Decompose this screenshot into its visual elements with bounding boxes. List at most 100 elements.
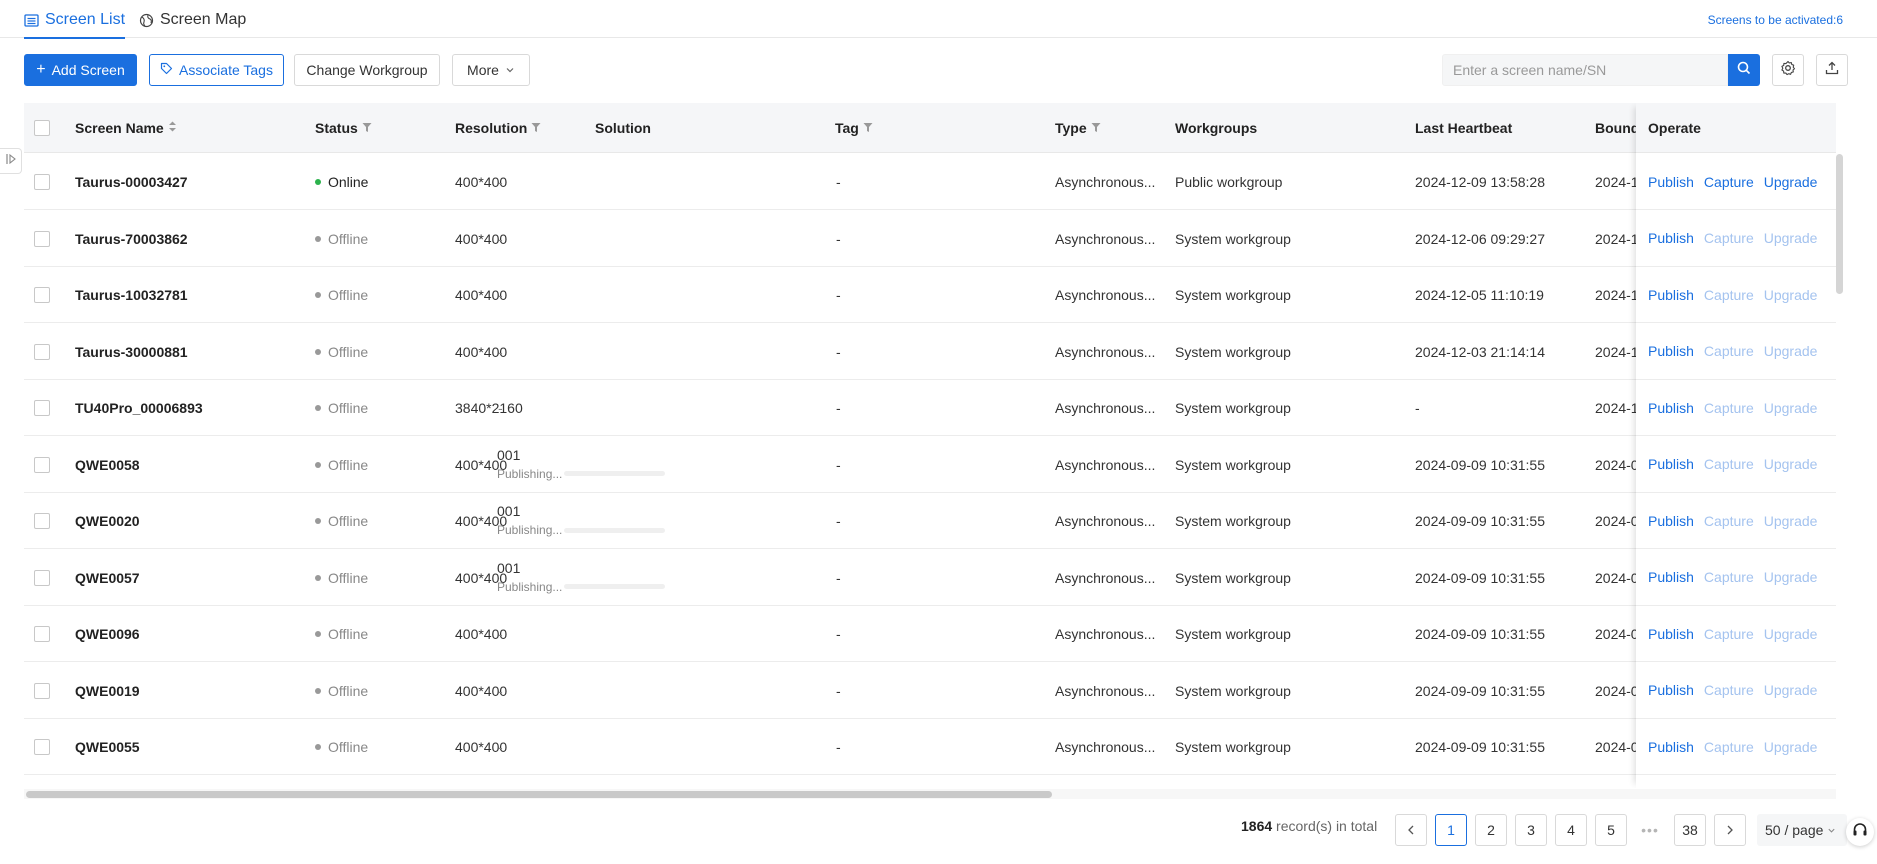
row-checkbox[interactable] [34, 513, 50, 529]
screen-name-cell[interactable]: Taurus-70003862 [75, 211, 188, 267]
screen-name-cell[interactable]: QWE0055 [75, 719, 140, 775]
capture-link[interactable]: Capture [1704, 626, 1754, 642]
capture-link[interactable]: Capture [1704, 682, 1754, 698]
publish-link[interactable]: Publish [1648, 456, 1694, 472]
capture-link[interactable]: Capture [1704, 513, 1754, 529]
row-checkbox[interactable] [34, 739, 50, 755]
upgrade-link[interactable]: Upgrade [1764, 287, 1818, 303]
associate-tags-button[interactable]: Associate Tags [149, 54, 284, 86]
table-row[interactable]: Taurus-10032781 Offline 400*400- - Asynchron… [24, 267, 1836, 323]
capture-link[interactable]: Capture [1704, 343, 1754, 359]
capture-link[interactable]: Capture [1704, 456, 1754, 472]
page-button[interactable]: 4 [1555, 814, 1587, 846]
table-row[interactable]: QWE0020 Offline 400*400 001 Publishing... - As… [24, 493, 1836, 549]
filter-icon[interactable] [362, 120, 372, 136]
horizontal-scrollbar-thumb[interactable] [26, 791, 1052, 798]
upgrade-link[interactable]: Upgrade [1764, 456, 1818, 472]
upgrade-link[interactable]: Upgrade [1764, 739, 1818, 755]
publish-link[interactable]: Publish [1648, 626, 1694, 642]
row-checkbox[interactable] [34, 230, 50, 247]
screen-name-cell[interactable]: TU40Pro_00006893 [75, 380, 203, 436]
table-row[interactable]: QWE0055 Offline 400*400- - Asynchronous... Sy… [24, 719, 1836, 775]
row-checkbox[interactable] [34, 287, 50, 303]
upgrade-link[interactable]: Upgrade [1764, 174, 1818, 190]
column-header-status[interactable]: Status [315, 103, 372, 153]
row-checkbox[interactable] [34, 400, 50, 416]
table-row[interactable]: QWE0058 Offline 400*400 001 Publishing... - As… [24, 436, 1836, 493]
publish-link[interactable]: Publish [1648, 682, 1694, 698]
capture-link[interactable]: Capture [1704, 569, 1754, 585]
row-checkbox[interactable] [34, 626, 50, 642]
capture-link[interactable]: Capture [1704, 400, 1754, 416]
filter-icon[interactable] [1091, 120, 1101, 136]
select-all-checkbox[interactable] [34, 120, 50, 136]
vertical-scrollbar-thumb[interactable] [1836, 154, 1843, 294]
publish-link[interactable]: Publish [1648, 343, 1694, 359]
sort-icon[interactable] [168, 120, 177, 136]
upgrade-link[interactable]: Upgrade [1764, 513, 1818, 529]
table-row[interactable]: Taurus-70003862 Offline 400*400- - Asynchron… [24, 210, 1836, 267]
add-screen-button[interactable]: + Add Screen [24, 54, 137, 86]
expand-sidebar-button[interactable] [0, 148, 22, 174]
upgrade-link[interactable]: Upgrade [1764, 400, 1818, 416]
screens-to-activate-link[interactable]: Screens to be activated:6 [1708, 13, 1843, 27]
page-size-select[interactable]: 50 / page [1757, 814, 1847, 846]
export-button[interactable] [1816, 54, 1848, 86]
page-button[interactable]: 3 [1515, 814, 1547, 846]
search-input[interactable] [1443, 55, 1727, 85]
filter-icon[interactable] [863, 120, 873, 136]
row-checkbox[interactable] [34, 343, 50, 360]
prev-page-button[interactable] [1395, 814, 1427, 846]
upgrade-link[interactable]: Upgrade [1764, 569, 1818, 585]
more-button[interactable]: More [452, 54, 530, 86]
vertical-scrollbar[interactable] [1834, 154, 1844, 784]
capture-link[interactable]: Capture [1704, 230, 1754, 246]
horizontal-scrollbar[interactable] [24, 789, 1836, 799]
table-row[interactable]: Taurus-00003427 Online 400*400- - Asynchrono… [24, 154, 1836, 210]
publish-link[interactable]: Publish [1648, 513, 1694, 529]
filter-icon[interactable] [531, 120, 541, 136]
publish-link[interactable]: Publish [1648, 569, 1694, 585]
screen-name-cell[interactable]: QWE0096 [75, 606, 140, 662]
search-field[interactable] [1442, 54, 1728, 86]
screen-name-cell[interactable]: Taurus-00003427 [75, 154, 188, 210]
upgrade-link[interactable]: Upgrade [1764, 682, 1818, 698]
column-header-type[interactable]: Type [1055, 103, 1101, 153]
publish-link[interactable]: Publish [1648, 287, 1694, 303]
screen-name-cell[interactable]: Taurus-30000881 [75, 324, 188, 380]
capture-link[interactable]: Capture [1704, 287, 1754, 303]
change-workgroup-button[interactable]: Change Workgroup [294, 54, 440, 86]
upgrade-link[interactable]: Upgrade [1764, 343, 1818, 359]
column-header-resolution[interactable]: Resolution [455, 103, 541, 153]
table-row[interactable]: QWE0019 Offline 400*400- - Asynchronous... Sy… [24, 662, 1836, 719]
screen-name-cell[interactable]: Taurus-10032781 [75, 267, 188, 323]
row-checkbox[interactable] [34, 456, 50, 473]
screen-name-cell[interactable]: QWE0057 [75, 550, 140, 606]
column-header-tag[interactable]: Tag [835, 103, 873, 153]
publish-link[interactable]: Publish [1648, 400, 1694, 416]
row-checkbox[interactable] [34, 682, 50, 699]
page-button[interactable]: 5 [1595, 814, 1627, 846]
search-button[interactable] [1728, 54, 1760, 86]
tab-screen-map[interactable]: Screen Map [139, 10, 246, 30]
publish-link[interactable]: Publish [1648, 739, 1694, 755]
table-row[interactable]: QWE0096 Offline 400*400- - Asynchronous... Sy… [24, 606, 1836, 662]
page-button-last[interactable]: 38 [1674, 814, 1706, 846]
page-ellipsis[interactable]: ••• [1634, 814, 1666, 846]
publish-link[interactable]: Publish [1648, 174, 1694, 190]
capture-link[interactable]: Capture [1704, 174, 1754, 190]
table-row[interactable]: TU40Pro_00006893 Offline 3840*2160- - Asynch… [24, 380, 1836, 436]
row-checkbox[interactable] [34, 569, 50, 586]
page-button[interactable]: 2 [1475, 814, 1507, 846]
upgrade-link[interactable]: Upgrade [1764, 230, 1818, 246]
publish-link[interactable]: Publish [1648, 230, 1694, 246]
upgrade-link[interactable]: Upgrade [1764, 626, 1818, 642]
column-settings-button[interactable] [1772, 54, 1804, 86]
tab-screen-list[interactable]: Screen List [24, 10, 126, 39]
screen-name-cell[interactable]: QWE0020 [75, 493, 140, 549]
column-header-screen-name[interactable]: Screen Name [75, 103, 177, 153]
screen-name-cell[interactable]: QWE0019 [75, 663, 140, 719]
help-button[interactable] [1846, 818, 1874, 846]
screen-name-cell[interactable]: QWE0058 [75, 437, 140, 493]
table-row[interactable]: Taurus-30000881 Offline 400*400- - Asynchron… [24, 323, 1836, 380]
